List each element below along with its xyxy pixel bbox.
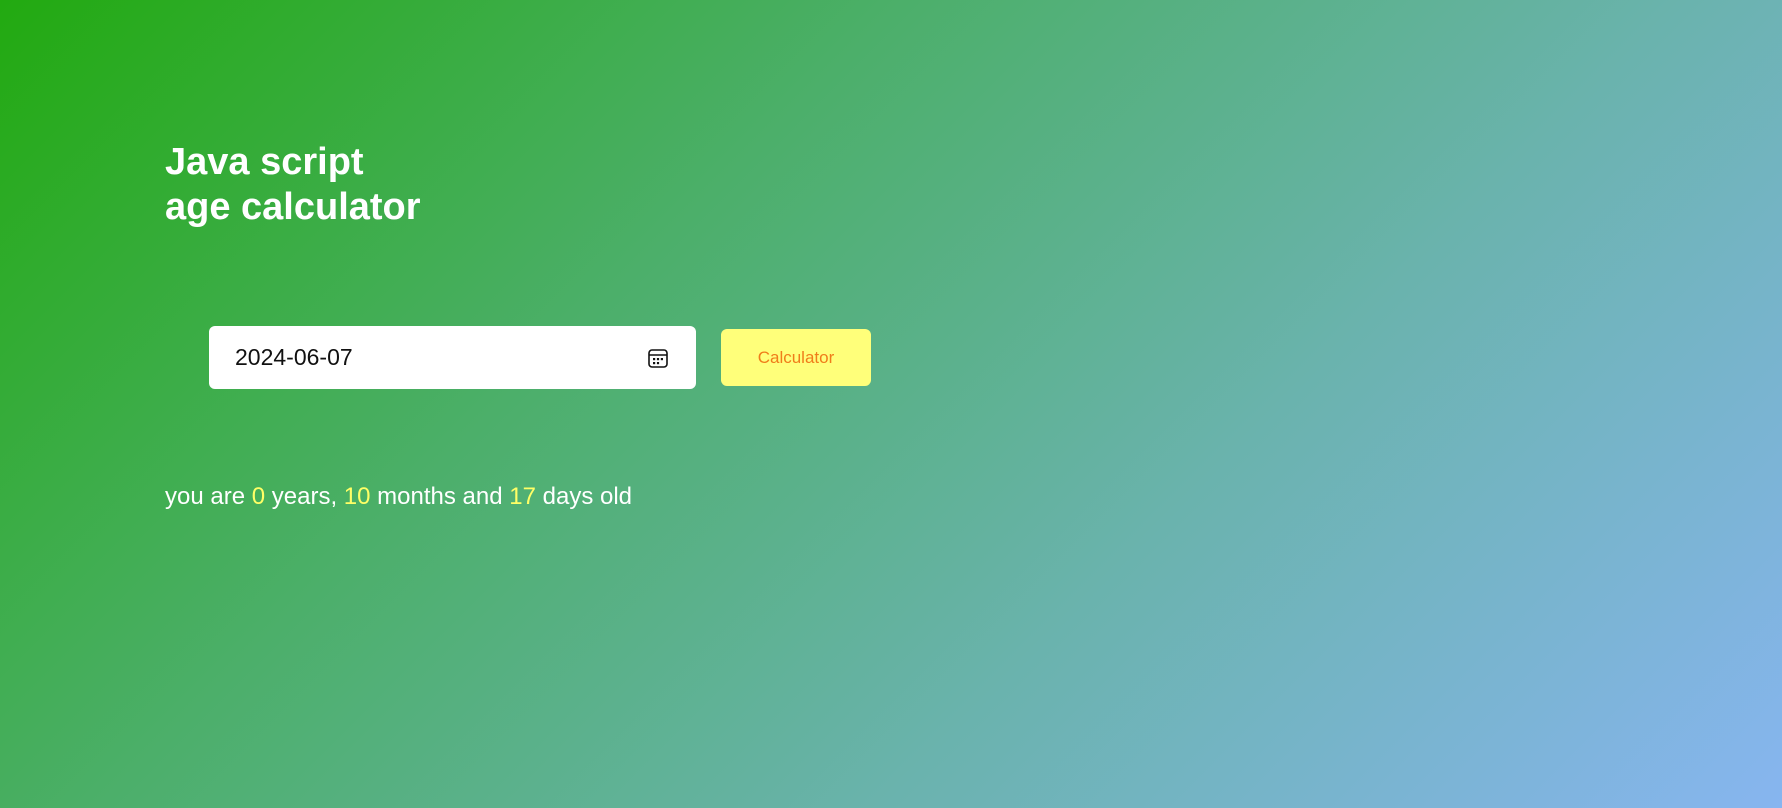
birthdate-input[interactable]: 2024-06-07 [209,326,696,389]
title-line-1: Java script [165,141,364,183]
birthdate-value: 2024-06-07 [235,344,353,370]
result-days-value: 17 [509,483,536,510]
result-months-label: months and [377,483,503,510]
result-days-label: days old [542,483,633,510]
title-line-2: age calculator [165,186,421,228]
calculate-button[interactable]: Calculator [721,329,871,386]
page-title: Java script age calculator [165,140,421,230]
result-years-value: 0 [251,483,266,510]
calendar-icon[interactable] [647,347,669,369]
result-months-value: 10 [343,483,371,510]
result-years-label: years, [271,483,338,510]
age-result: you are 0 years, 10 months and 17 days o… [165,482,632,512]
result-prefix: you are [165,483,246,510]
